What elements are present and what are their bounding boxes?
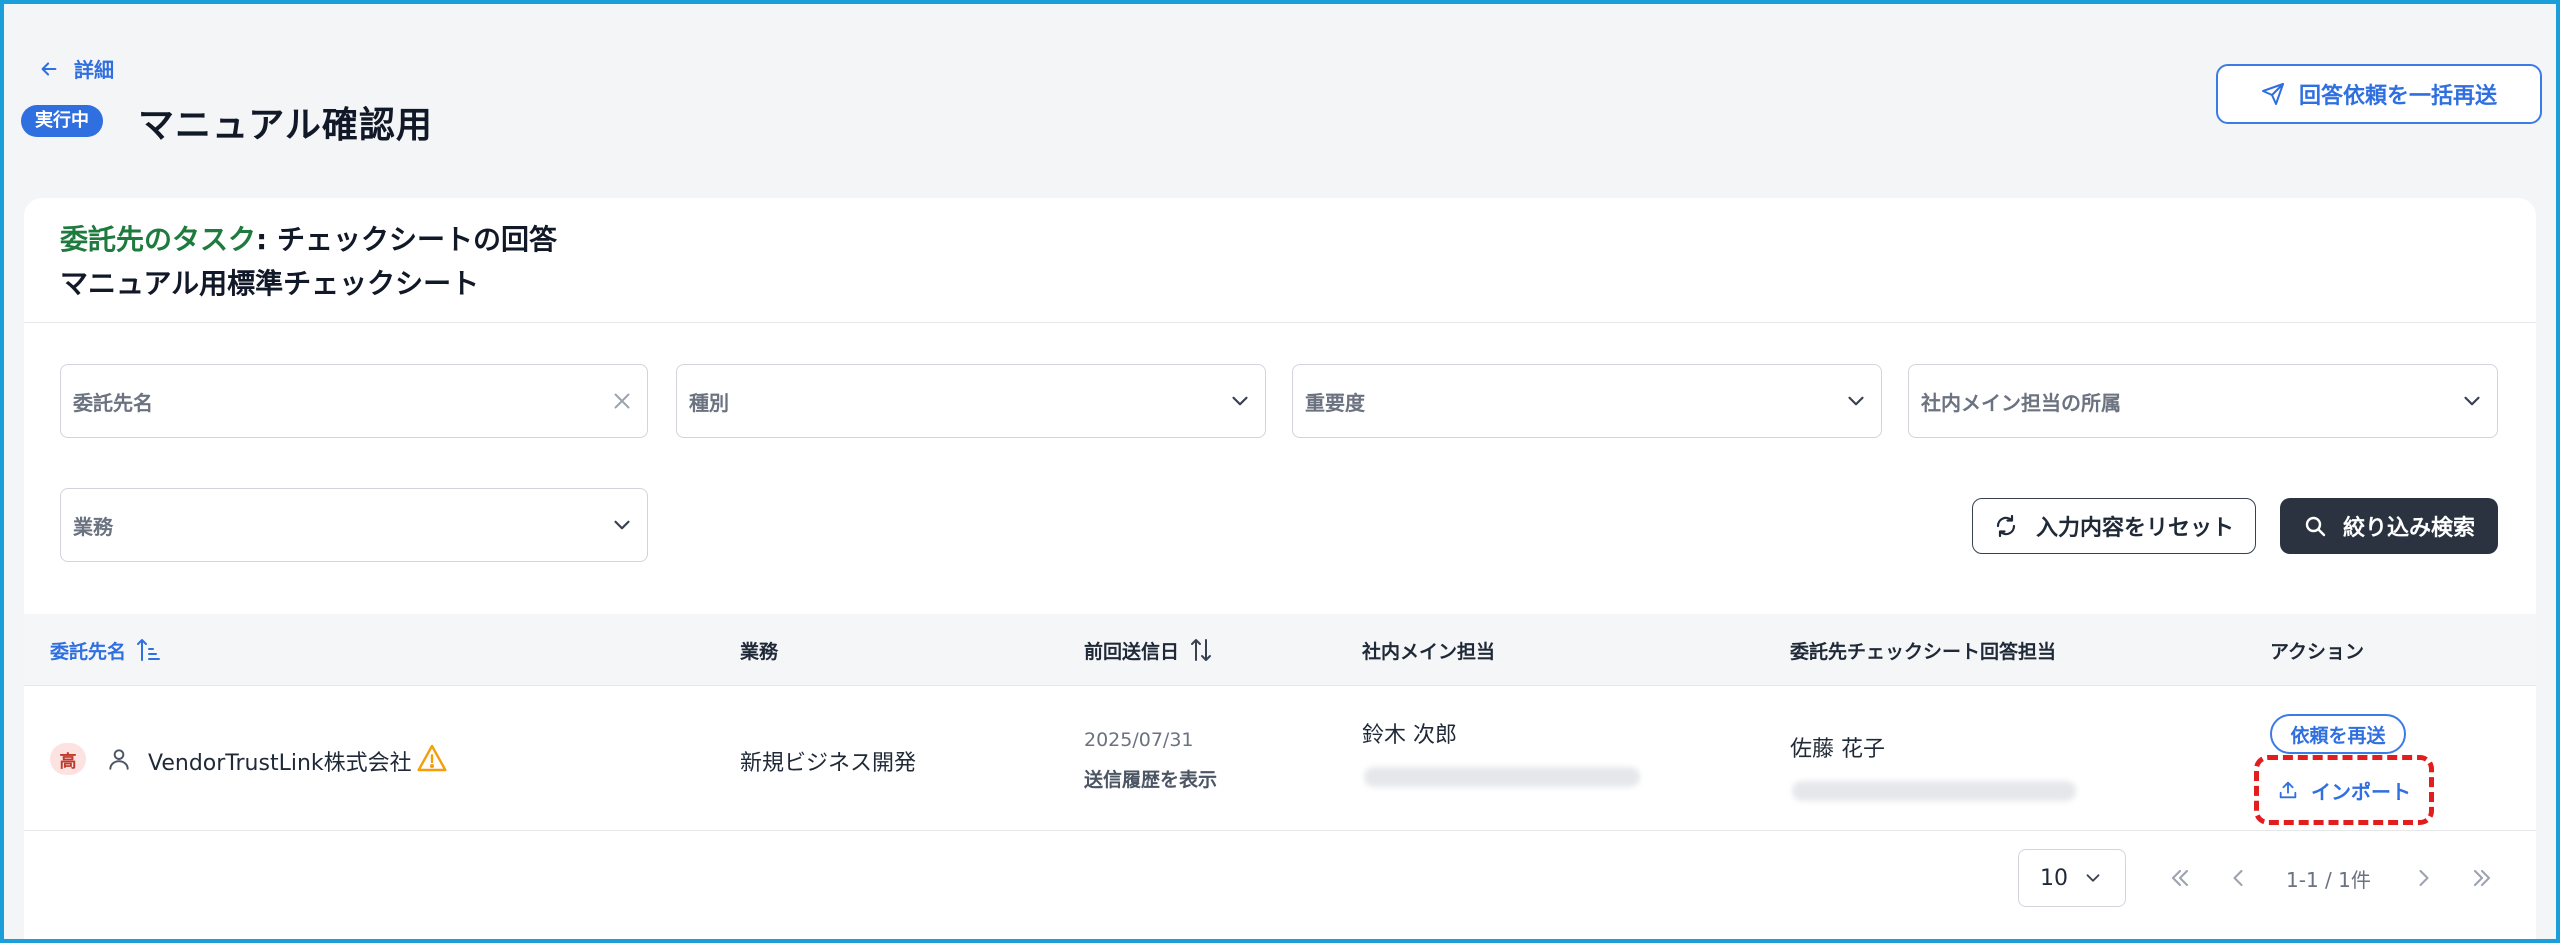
responder-name: 佐藤 花子 bbox=[1790, 737, 1885, 762]
import-button[interactable]: インポート bbox=[2259, 760, 2429, 820]
checksheet-name: マニュアル用標準チェックシート bbox=[60, 267, 480, 300]
clear-icon[interactable] bbox=[609, 388, 635, 414]
person-icon bbox=[109, 749, 129, 770]
send-icon bbox=[2261, 83, 2284, 105]
resend-request-button[interactable]: 依頼を再送 bbox=[2270, 714, 2406, 754]
business-select[interactable]: 業務 bbox=[60, 488, 648, 562]
import-highlight: インポート bbox=[2254, 755, 2434, 825]
column-last-sent[interactable]: 前回送信日 bbox=[1084, 614, 1215, 686]
severity-placeholder: 重要度 bbox=[1305, 390, 1365, 415]
last-page-icon[interactable] bbox=[2468, 864, 2496, 892]
business-placeholder: 業務 bbox=[73, 514, 113, 539]
search-button[interactable]: 絞り込み検索 bbox=[2280, 498, 2498, 554]
back-link[interactable]: 詳細 bbox=[38, 54, 114, 83]
divider bbox=[24, 322, 2536, 323]
history-link[interactable]: 送信履歴を表示 bbox=[1084, 765, 1217, 792]
prev-page-icon[interactable] bbox=[2224, 864, 2252, 892]
table-row: 高 VendorTrustLink株式会社 新規ビジネス開発 2025/07/3… bbox=[24, 687, 2536, 831]
column-action: アクション bbox=[2270, 640, 2365, 663]
upload-icon bbox=[2279, 781, 2297, 799]
reset-button[interactable]: 入力内容をリセット bbox=[1972, 498, 2256, 554]
arrow-left-icon bbox=[41, 61, 57, 76]
vendor-name-placeholder: 委託先名 bbox=[73, 390, 153, 415]
bulk-resend-label: 回答依頼を一括再送 bbox=[2298, 84, 2497, 109]
sort-icon bbox=[1191, 639, 1212, 661]
next-page-icon[interactable] bbox=[2410, 864, 2438, 892]
responder-email-redacted bbox=[1792, 781, 2076, 801]
reset-label: 入力内容をリセット bbox=[2035, 516, 2234, 541]
bulk-resend-button[interactable]: 回答依頼を一括再送 bbox=[2216, 64, 2542, 124]
import-label: インポート bbox=[2311, 779, 2411, 804]
chevron-down-icon bbox=[2464, 396, 2480, 406]
page-title: マニュアル確認用 bbox=[138, 105, 433, 146]
main-contact-name: 鈴木 次郎 bbox=[1362, 723, 1457, 748]
back-link-label: 詳細 bbox=[74, 58, 114, 82]
chevron-down-icon bbox=[614, 520, 630, 530]
vendor-name: VendorTrustLink株式会社 bbox=[148, 751, 412, 776]
search-label: 絞り込み検索 bbox=[2342, 516, 2475, 541]
task-card: 委託先のタスク: チェックシートの回答 マニュアル用標準チェックシート 委託先名… bbox=[24, 198, 2536, 939]
type-placeholder: 種別 bbox=[689, 390, 729, 415]
column-vendor[interactable]: 委託先名 bbox=[50, 614, 162, 686]
chevron-down-icon bbox=[1848, 396, 1864, 406]
app-frame: 詳細 実行中 マニュアル確認用 回答依頼を一括再送 委託先のタスク: チェックシ… bbox=[4, 4, 2556, 939]
sort-ascending-icon bbox=[137, 639, 161, 661]
pagination-info: 1-1 / 1件 bbox=[2286, 868, 2371, 892]
type-select[interactable]: 種別 bbox=[676, 364, 1266, 438]
column-responder: 委託先チェックシート回答担当 bbox=[1790, 640, 2057, 663]
column-main-contact: 社内メイン担当 bbox=[1362, 640, 1496, 663]
status-badge: 実行中 bbox=[21, 105, 103, 137]
search-icon bbox=[2305, 516, 2326, 537]
task-prefix: 委託先のタスク bbox=[60, 223, 257, 256]
task-line: 委託先のタスク: チェックシートの回答 bbox=[60, 218, 557, 258]
department-placeholder: 社内メイン担当の所属 bbox=[1921, 390, 2121, 415]
page-size-value: 10 bbox=[2040, 865, 2068, 891]
task-suffix: : チェックシートの回答 bbox=[256, 223, 557, 256]
refresh-icon bbox=[1996, 514, 2016, 538]
chevron-down-icon bbox=[1232, 396, 1248, 406]
warning-icon bbox=[417, 744, 447, 772]
severity-select[interactable]: 重要度 bbox=[1292, 364, 1882, 438]
department-select[interactable]: 社内メイン担当の所属 bbox=[1908, 364, 2498, 438]
table-header: 委託先名 業務 前回送信日 社内メイン担当 委託先チェックシート回答担当 アクシ… bbox=[24, 614, 2536, 686]
last-sent-date: 2025/07/31 bbox=[1084, 729, 1194, 751]
chevron-down-icon bbox=[2086, 874, 2100, 882]
business-name: 新規ビジネス開発 bbox=[740, 751, 917, 776]
vendor-name-input[interactable]: 委託先名 bbox=[60, 364, 648, 438]
main-contact-email-redacted bbox=[1364, 767, 1640, 787]
priority-badge: 高 bbox=[50, 743, 86, 775]
page-size-select[interactable]: 10 bbox=[2018, 849, 2126, 907]
column-business: 業務 bbox=[740, 640, 779, 663]
first-page-icon[interactable] bbox=[2166, 864, 2194, 892]
